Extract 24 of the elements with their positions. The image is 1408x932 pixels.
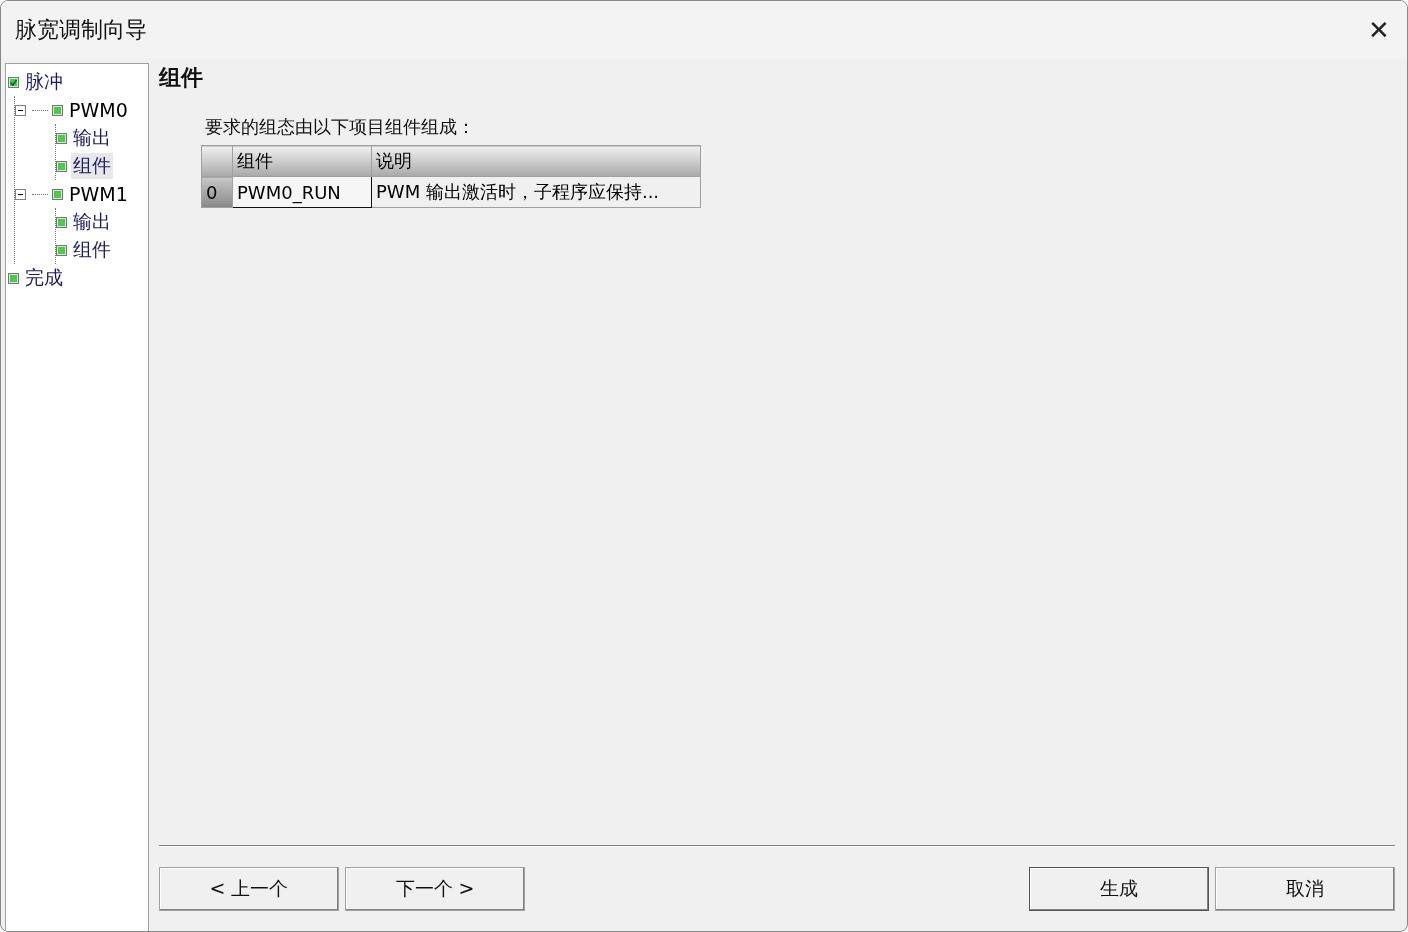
tree-item[interactable]: 输出 xyxy=(71,125,113,151)
corner-header xyxy=(201,145,233,177)
column-header: 说明 xyxy=(371,145,701,177)
tree-item[interactable]: PWM0 xyxy=(67,99,130,121)
wizard-button[interactable]: 下一个 > xyxy=(345,867,525,911)
tree-item[interactable]: PWM1 xyxy=(67,183,130,205)
table-cell[interactable]: PWM 输出激活时，子程序应保持... xyxy=(371,176,701,208)
wizard-button[interactable]: 生成 xyxy=(1029,867,1209,911)
intro-text: 要求的组态由以下项目组件组成： xyxy=(205,115,476,139)
window-title: 脉宽调制向导 xyxy=(15,16,147,44)
collapse-toggle-icon[interactable] xyxy=(15,188,26,200)
wizard-button[interactable]: < 上一个 xyxy=(159,867,339,911)
close-button[interactable]: ✕ xyxy=(1351,2,1407,58)
table-cell[interactable]: PWM0_RUN xyxy=(232,176,372,208)
collapse-toggle-icon[interactable] xyxy=(15,104,26,116)
row-number: 0 xyxy=(201,176,233,208)
tree-item[interactable]: 脉冲 xyxy=(23,69,65,95)
tree-item[interactable]: 输出 xyxy=(71,209,113,235)
page-heading: 组件 xyxy=(159,63,204,92)
wizard-button[interactable]: 取消 xyxy=(1215,867,1395,911)
tree-item[interactable]: 完成 xyxy=(23,265,65,291)
column-header: 组件 xyxy=(232,145,372,177)
tree-item[interactable]: 组件 xyxy=(71,153,113,179)
tree-item[interactable]: 组件 xyxy=(71,237,113,263)
